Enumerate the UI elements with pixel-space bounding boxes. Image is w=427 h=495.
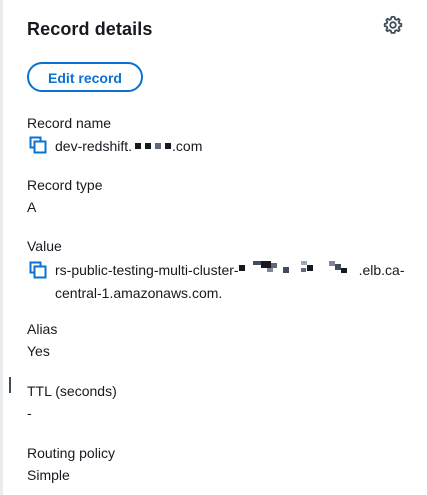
value-prefix: rs-public-testing-multi-cluster- <box>55 262 239 278</box>
record-name-value: dev-redshift. .com <box>55 136 202 156</box>
record-type-label: Record type <box>27 177 103 193</box>
record-name-label: Record name <box>27 115 112 131</box>
gear-icon[interactable] <box>383 15 403 35</box>
alias-label: Alias <box>27 321 58 337</box>
copy-icon[interactable] <box>29 261 47 279</box>
routing-policy-label: Routing policy <box>27 445 115 461</box>
resize-handle[interactable] <box>9 377 11 393</box>
panel-title: Record details <box>27 19 153 39</box>
record-type-value: A <box>27 199 37 215</box>
value-label: Value <box>27 238 62 254</box>
ttl-label: TTL (seconds) <box>27 383 117 399</box>
redaction-block <box>135 143 142 150</box>
alias-value: Yes <box>27 343 50 359</box>
value-text: rs-public-testing-multi-cluster- .elb.ca… <box>55 259 423 304</box>
copy-icon[interactable] <box>29 136 47 154</box>
routing-policy-value: Simple <box>27 467 70 483</box>
redaction-block <box>145 143 152 150</box>
ttl-value: - <box>27 405 32 421</box>
redaction-block <box>238 259 359 281</box>
panel-left-border <box>0 0 3 495</box>
record-name-suffix: .com <box>172 138 203 154</box>
record-name-prefix: dev-redshift. <box>55 138 133 154</box>
record-details-panel: Record details Edit record Record name d… <box>0 0 427 495</box>
record-name-row: dev-redshift. .com <box>29 136 202 156</box>
edit-record-button[interactable]: Edit record <box>27 62 143 92</box>
redaction-block <box>165 143 172 150</box>
redaction-block <box>155 143 162 150</box>
